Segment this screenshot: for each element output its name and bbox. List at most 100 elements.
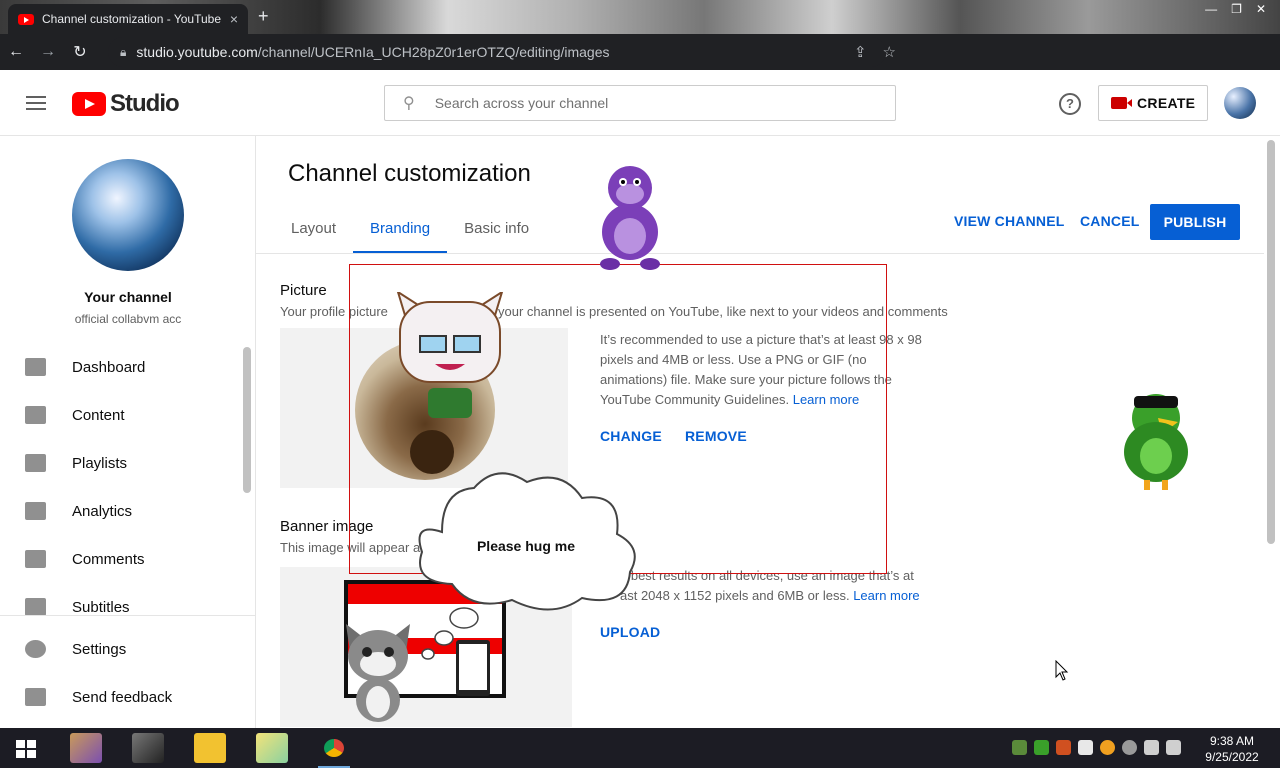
new-tab-button[interactable]: + xyxy=(258,6,269,27)
banner-learn-more-link[interactable]: Learn more xyxy=(853,588,919,603)
banner-recommendation-line2: ast 2048 x 1152 pixels and 6MB or less. xyxy=(620,588,850,603)
sidebar-item-label: Analytics xyxy=(72,502,133,520)
tray-app-icon[interactable] xyxy=(1056,740,1071,755)
forward-arrow-icon[interactable]: → xyxy=(32,43,64,61)
tab-branding[interactable]: Branding xyxy=(353,212,448,254)
subtitles-icon xyxy=(25,598,46,616)
search-box[interactable]: ⚲ xyxy=(384,85,896,121)
share-icon[interactable]: ⇪ xyxy=(854,43,867,61)
address-bar[interactable]: 🔒︎ studio.youtube.com/channel/UCERnIa_UC… xyxy=(108,37,896,67)
studio-logo[interactable]: Studio xyxy=(72,90,180,118)
windows-start-icon[interactable] xyxy=(16,740,36,758)
windows-taskbar: 9:38 AM 9/25/2022 xyxy=(0,728,1280,768)
sidebar-item-label: Comments xyxy=(72,550,145,568)
settings-icon xyxy=(25,640,46,658)
file-explorer-icon[interactable] xyxy=(194,733,226,763)
view-channel-button[interactable]: VIEW CHANNEL xyxy=(954,213,1065,229)
channel-subtitle: official collabvm acc xyxy=(74,312,182,326)
back-arrow-icon[interactable]: ← xyxy=(0,43,32,61)
sidebar-item-playlists[interactable]: Playlists xyxy=(0,439,256,487)
sidebar-item-label: Dashboard xyxy=(72,358,146,376)
taskbar-app-buddy-icon[interactable] xyxy=(70,733,102,763)
tab-close-icon[interactable]: × xyxy=(230,11,238,27)
tray-plant-icon[interactable] xyxy=(1012,740,1027,755)
green-parrot-sprite[interactable] xyxy=(1118,388,1194,492)
taskbar-app-dark-icon[interactable] xyxy=(132,733,164,763)
chrome-icon[interactable] xyxy=(318,733,350,763)
cat-with-glasses-sprite[interactable] xyxy=(390,292,510,482)
browser-tab-active[interactable]: Channel customization - YouTube × xyxy=(8,4,248,34)
tray-status-icon[interactable] xyxy=(1122,740,1137,755)
tab-basic-info[interactable]: Basic info xyxy=(447,212,546,254)
create-button[interactable]: CREATE xyxy=(1098,85,1208,121)
playlists-icon xyxy=(25,454,46,472)
customization-tabs: Layout Branding Basic info xyxy=(274,212,546,254)
system-tray xyxy=(1012,740,1181,755)
taskbar-clock[interactable]: 9:38 AM 9/25/2022 xyxy=(1196,733,1268,765)
thought-bubble-dots xyxy=(421,607,479,660)
search-input[interactable] xyxy=(434,95,895,111)
tab-title: Channel customization - YouTube xyxy=(42,12,222,26)
picture-section-title: Picture xyxy=(280,282,327,299)
sidebar-item-comments[interactable]: Comments xyxy=(0,535,256,583)
clock-time: 9:38 AM xyxy=(1209,734,1255,748)
youtube-favicon-icon xyxy=(18,13,34,25)
studio-header: Studio ⚲ ? CREATE xyxy=(0,70,1280,136)
sidebar-nav: Dashboard Content Playlists Analytics Co… xyxy=(0,343,256,631)
speech-bubble-text: Please hug me xyxy=(476,538,576,554)
url-path: /channel/UCERnIa_UCH28pZ0r1erOTZQ/editin… xyxy=(257,44,610,60)
cancel-button[interactable]: CANCEL xyxy=(1080,213,1140,229)
help-icon[interactable]: ? xyxy=(1059,93,1081,115)
purple-gorilla-sprite[interactable] xyxy=(590,160,670,272)
sidebar-item-label: Playlists xyxy=(72,454,128,472)
sticky-notes-icon[interactable] xyxy=(256,733,288,763)
sidebar-item-label: Subtitles xyxy=(72,598,130,616)
video-camera-icon xyxy=(1111,97,1132,109)
tray-parrot-icon[interactable] xyxy=(1034,740,1049,755)
bookmark-star-icon[interactable]: ☆ xyxy=(883,43,896,61)
feedback-icon xyxy=(25,688,46,706)
network-icon[interactable] xyxy=(1144,740,1159,755)
tray-search-icon[interactable] xyxy=(1100,740,1115,755)
upload-banner-button[interactable]: UPLOAD xyxy=(600,624,660,640)
tray-flag-icon[interactable] xyxy=(1078,740,1093,755)
sidebar-item-content[interactable]: Content xyxy=(0,391,256,439)
sidebar-item-analytics[interactable]: Analytics xyxy=(0,487,256,535)
url-text[interactable]: studio.youtube.com/channel/UCERnIa_UCH28… xyxy=(136,44,609,60)
clock-date: 9/25/2022 xyxy=(1205,750,1259,764)
sidebar-bottom: Settings Send feedback xyxy=(0,615,256,721)
browser-tab-bar: Channel customization - YouTube × + — ❐ … xyxy=(0,0,1280,34)
sidebar-item-settings[interactable]: Settings xyxy=(0,625,256,673)
browser-toolbar: ← → ↻ 🔒︎ studio.youtube.com/channel/UCER… xyxy=(0,34,1280,95)
channel-avatar[interactable] xyxy=(72,159,184,271)
create-label: CREATE xyxy=(1137,95,1196,111)
restore-button[interactable]: ❐ xyxy=(1231,2,1242,16)
tab-layout[interactable]: Layout xyxy=(274,212,353,254)
tabs-divider xyxy=(256,253,1264,254)
reload-icon[interactable]: ↻ xyxy=(64,42,96,62)
page-title: Channel customization xyxy=(288,160,531,187)
mouse-cursor-icon xyxy=(1055,660,1069,681)
url-host: studio.youtube.com xyxy=(136,44,258,60)
volume-icon[interactable] xyxy=(1166,740,1181,755)
sidebar-item-label: Send feedback xyxy=(72,688,173,706)
sidebar-item-label: Content xyxy=(72,406,125,424)
menu-hamburger-icon[interactable] xyxy=(26,96,46,110)
comments-icon xyxy=(25,550,46,568)
main-scrollbar[interactable] xyxy=(1267,140,1275,544)
gray-kitten-sprite[interactable] xyxy=(340,622,416,728)
sidebar-item-dashboard[interactable]: Dashboard xyxy=(0,343,256,391)
sidebar: Your channel official collabvm acc Dashb… xyxy=(0,136,256,728)
sidebar-item-label: Settings xyxy=(72,640,127,658)
youtube-logo-icon xyxy=(72,92,106,116)
close-window-button[interactable]: ✕ xyxy=(1256,2,1266,16)
search-icon: ⚲ xyxy=(403,95,415,112)
publish-button[interactable]: PUBLISH xyxy=(1150,204,1240,240)
minimize-button[interactable]: — xyxy=(1205,2,1217,16)
omnibox-actions: ⇪ ☆ xyxy=(854,43,896,61)
account-avatar[interactable] xyxy=(1224,87,1256,119)
sidebar-scrollbar[interactable] xyxy=(243,347,251,493)
lock-icon: 🔒︎ xyxy=(120,44,127,59)
sidebar-item-feedback[interactable]: Send feedback xyxy=(0,673,256,721)
analytics-icon xyxy=(25,502,46,520)
